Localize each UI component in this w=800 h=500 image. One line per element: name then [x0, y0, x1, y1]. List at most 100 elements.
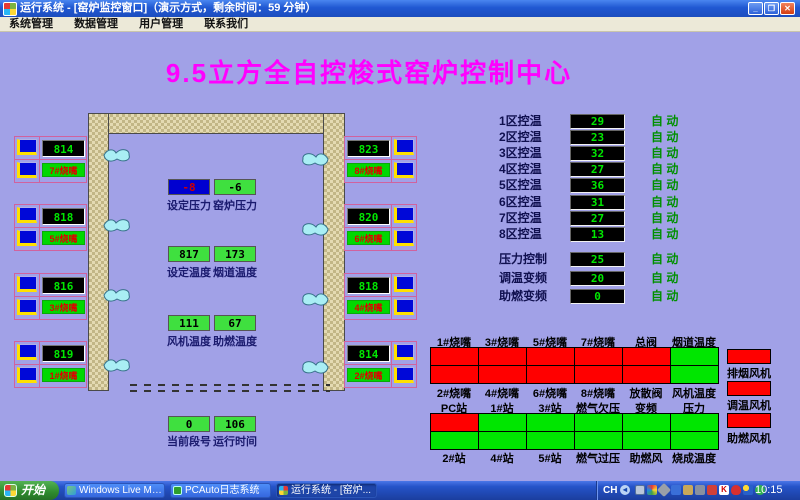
- burner-temp-display: 814: [347, 345, 390, 362]
- page-title: 9.5立方全自控梭式窑炉控制中心: [129, 53, 609, 90]
- grid-label: 8#烧嘴: [574, 385, 622, 401]
- auto-mode-label[interactable]: 自 动: [651, 271, 678, 285]
- status-cell: [527, 432, 575, 450]
- zone-value-display[interactable]: 27: [570, 162, 625, 177]
- status-cell: [431, 348, 479, 366]
- auto-mode-label[interactable]: 自 动: [651, 114, 678, 128]
- kiln-car-rail: [130, 390, 330, 392]
- zone-value-display[interactable]: 13: [570, 227, 625, 242]
- grid-label: 燃气过压: [574, 450, 622, 466]
- chevron-left-icon[interactable]: ◂: [620, 485, 630, 495]
- pinwheel-icon[interactable]: [647, 485, 657, 495]
- auto-mode-label[interactable]: 自 动: [651, 289, 678, 303]
- zone-label: 6区控温: [499, 195, 542, 209]
- minimize-button[interactable]: _: [748, 2, 763, 15]
- auto-mode-label[interactable]: 自 动: [651, 130, 678, 144]
- start-button[interactable]: 开始: [0, 481, 59, 500]
- grid2-cells: [430, 413, 719, 450]
- burner-label: 1#烧嘴: [42, 368, 85, 382]
- zone-value-display[interactable]: 23: [570, 130, 625, 145]
- app-icon: [3, 2, 17, 16]
- temp-vfd-display[interactable]: 20: [570, 271, 625, 286]
- menu-data[interactable]: 数据管理: [65, 17, 127, 31]
- start-label: 开始: [21, 481, 45, 500]
- valve-button[interactable]: [17, 344, 37, 360]
- tray-clock: 10:15: [755, 481, 783, 500]
- task-label: PCAuto日志系统: [185, 484, 268, 497]
- status-cell: [671, 366, 719, 384]
- close-button[interactable]: ✕: [780, 2, 795, 15]
- globe-icon[interactable]: [743, 485, 753, 495]
- burner-unit-1: 819 1#烧嘴: [14, 341, 87, 388]
- pressure-control-display[interactable]: 25: [570, 252, 625, 267]
- pressure-control-label: 压力控制: [499, 252, 547, 266]
- grid-label: 6#烧嘴: [526, 385, 574, 401]
- diamond-icon[interactable]: [657, 483, 671, 497]
- runtime-display: 106: [214, 416, 256, 432]
- auto-mode-label[interactable]: 自 动: [651, 211, 678, 225]
- display-icon[interactable]: [635, 485, 645, 495]
- status-cell: [671, 432, 719, 450]
- zone-value-display[interactable]: 32: [570, 146, 625, 161]
- status-cell: [623, 414, 671, 432]
- task-label: Windows Live Mes...: [79, 484, 162, 497]
- status-cell: [527, 366, 575, 384]
- combustion-temp-label: 助燃温度: [207, 333, 263, 349]
- current-segment-display: 0: [168, 416, 210, 432]
- chart-icon[interactable]: [695, 485, 705, 495]
- exhaust-fan-label: 排烟风机: [723, 365, 775, 381]
- divider: [15, 364, 86, 365]
- divider: [39, 342, 40, 387]
- status-cell: [527, 348, 575, 366]
- menu-contact[interactable]: 联系我们: [195, 17, 257, 31]
- valve-button[interactable]: [394, 367, 414, 383]
- menu-user[interactable]: 用户管理: [130, 17, 192, 31]
- combustion-fan-indicator: [727, 413, 771, 428]
- auto-mode-label[interactable]: 自 动: [651, 227, 678, 241]
- grid1-cells: [430, 347, 719, 384]
- kaspersky-icon[interactable]: K: [719, 485, 729, 495]
- status-cell: [479, 366, 527, 384]
- exhaust-fan-indicator: [727, 349, 771, 364]
- alert-icon[interactable]: [707, 485, 717, 495]
- task-button-pcauto-log[interactable]: PCAuto日志系统: [170, 483, 271, 498]
- status-cell: [431, 432, 479, 450]
- auto-mode-label[interactable]: 自 动: [651, 178, 678, 192]
- zone-label: 5区控温: [499, 178, 542, 192]
- zone-value-display[interactable]: 29: [570, 114, 625, 129]
- auto-mode-label[interactable]: 自 动: [651, 146, 678, 160]
- task-button-run-system[interactable]: 运行系统 - [窑炉...: [276, 483, 377, 498]
- burner-unit-2: 814 2#烧嘴: [344, 341, 417, 388]
- divider: [345, 364, 416, 365]
- auto-mode-label[interactable]: 自 动: [651, 252, 678, 266]
- network-icon[interactable]: [671, 485, 681, 495]
- burner-temp-display: 819: [42, 345, 85, 362]
- status-cell: [671, 414, 719, 432]
- status-cell: [671, 348, 719, 366]
- zone-label: 7区控温: [499, 211, 542, 225]
- language-indicator[interactable]: CH: [603, 481, 617, 500]
- menu-system[interactable]: 系统管理: [0, 17, 62, 31]
- auto-mode-label[interactable]: 自 动: [651, 195, 678, 209]
- status-cell: [479, 414, 527, 432]
- task-button-messenger[interactable]: Windows Live Mes...: [64, 483, 165, 498]
- grid1-bottom-labels: 2#烧嘴 4#烧嘴 6#烧嘴 8#烧嘴 放散阀 风机温度: [430, 385, 718, 401]
- zone-value-display[interactable]: 31: [570, 195, 625, 210]
- folder-icon[interactable]: [683, 485, 693, 495]
- status-cell: [575, 366, 623, 384]
- combustion-vfd-display[interactable]: 0: [570, 289, 625, 304]
- log-app-icon: [173, 486, 182, 495]
- restore-button[interactable]: ❐: [764, 2, 779, 15]
- runtime-label: 运行时间: [207, 433, 263, 449]
- valve-button[interactable]: [394, 344, 414, 360]
- shield-icon[interactable]: [731, 485, 741, 495]
- flame-icon: [102, 356, 132, 374]
- zone-value-display[interactable]: 27: [570, 211, 625, 226]
- valve-button[interactable]: [17, 367, 37, 383]
- grid2-bottom-labels: 2#站 4#站 5#站 燃气过压 助燃风 烧成温度: [430, 450, 718, 466]
- zone-value-display[interactable]: 36: [570, 178, 625, 193]
- status-cell: [575, 348, 623, 366]
- task-label: 运行系统 - [窑炉...: [291, 484, 374, 497]
- status-cell: [623, 348, 671, 366]
- auto-mode-label[interactable]: 自 动: [651, 162, 678, 176]
